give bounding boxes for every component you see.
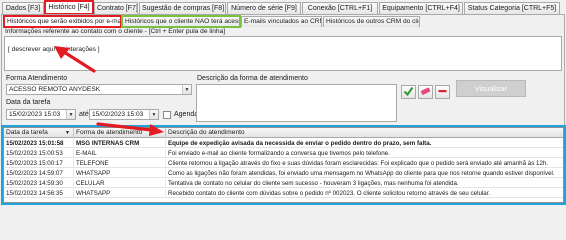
table-row[interactable]: 15/02/2023 15:00:17 TELEFONE Cliente retor… — [4, 159, 563, 168]
data-tarefa-label: Data da tarefa — [6, 99, 51, 106]
confirm-button[interactable] — [401, 85, 416, 99]
table-row[interactable]: 15/02/2023 15:00:53 E-MAIL Foi enviado e-m… — [4, 149, 563, 158]
sort-desc-icon: ▼ — [65, 130, 70, 136]
tab-equipamento[interactable]: Equipamento [CTRL+F4] — [379, 2, 463, 14]
table-row[interactable]: 15/02/2023 14:59:30 CELULAR Tentativa de c… — [4, 179, 563, 188]
descricao-forma-label: Descrição da forma de atendimento — [197, 75, 308, 82]
descricao-forma-textarea[interactable] — [196, 84, 397, 122]
table-cell-descricao: Recebido contato do cliente com dúvidas … — [168, 190, 491, 197]
table-cell-descricao: Equipe de expedição avisada da necessida… — [168, 140, 432, 147]
table-cell-descricao: Cliente retornou a ligação através do fi… — [168, 160, 549, 167]
table-cell-descricao: Como as ligações não foram atendidas, fo… — [168, 170, 555, 177]
table-row[interactable]: 15/02/2023 14:56:35 WHATSAPP Recebido cont… — [4, 189, 563, 198]
forma-atendimento-select[interactable]: ACESSO REMOTO ANYDESK ▼ — [6, 84, 192, 95]
tab-contrato[interactable]: Contrato [F7] — [94, 2, 138, 14]
clear-button[interactable] — [418, 85, 433, 99]
column-header-data[interactable]: Data da tarefa ▼ — [4, 128, 74, 138]
table-cell-date: 15/02/2023 14:56:35 — [4, 189, 74, 198]
tab-status-categoria[interactable]: Status Categoria [CTRL+F5] — [464, 2, 560, 14]
minus-icon — [438, 90, 447, 93]
table-cell-forma: TELEFONE — [74, 159, 166, 168]
eraser-icon — [420, 87, 431, 95]
table-cell-descricao: Tentativa de contato no celular do clien… — [168, 180, 459, 187]
history-grid[interactable]: Data da tarefa ▼ Forma de atendimento De… — [3, 127, 564, 203]
subtab-emails-vinculados[interactable]: E-mails vinculados ao CRM — [241, 16, 322, 27]
forma-atendimento-value: ACESSO REMOTO ANYDESK — [9, 86, 101, 93]
date-from-picker[interactable]: 15/02/2023 15:03 ▼ — [6, 109, 76, 120]
subtab-historicos-outros-crm[interactable]: Históricos de outros CRM do cliente — [323, 16, 420, 27]
visualizar-button[interactable]: Visualizar — [456, 80, 526, 97]
date-to-picker[interactable]: 15/02/2023 15:03 ▼ — [89, 109, 159, 120]
tab-historico[interactable]: Histórico [F4] — [44, 0, 94, 15]
table-cell-forma: E-MAIL — [74, 149, 166, 158]
table-cell-forma: MSG INTERNAS CRM — [74, 139, 166, 148]
table-cell-date: 15/02/2023 15:00:17 — [4, 159, 74, 168]
calendar-dropdown-icon[interactable]: ▼ — [66, 110, 75, 119]
annotation-arrow-grid-icon — [96, 122, 164, 136]
subtab-historicos-sem-acesso[interactable]: Históricos que o cliente NAO terá acesso — [121, 15, 241, 28]
calendar-dropdown-icon[interactable]: ▼ — [149, 110, 158, 119]
table-row[interactable]: 15/02/2023 14:59:07 WHATSAPP Como as ligaç… — [4, 169, 563, 178]
interactions-section-label: Informações referente ao contato com o c… — [5, 28, 226, 35]
tab-numero-serie[interactable]: Número de série [F9] — [227, 2, 301, 14]
tab-dados[interactable]: Dados [F3] — [2, 2, 44, 14]
forma-atendimento-label: Forma Atendimento — [6, 75, 68, 82]
tab-conexao[interactable]: Conexão [CTRL+F1] — [302, 2, 378, 14]
table-cell-descricao: Foi enviado e-mail ao cliente formalizan… — [168, 150, 390, 157]
table-cell-date: 15/02/2023 15:00:53 — [4, 149, 74, 158]
grid-header: Data da tarefa ▼ Forma de atendimento De… — [4, 128, 563, 138]
agendar-checkbox[interactable] — [163, 111, 171, 119]
table-cell-date: 15/02/2023 14:59:07 — [4, 169, 74, 178]
column-header-data-label: Data da tarefa — [6, 129, 48, 136]
chevron-down-icon[interactable]: ▼ — [182, 85, 191, 94]
table-cell-forma: CELULAR — [74, 179, 166, 188]
column-header-descricao[interactable]: Descrição do atendimento — [166, 128, 563, 138]
table-cell-forma: WHATSAPP — [74, 189, 166, 198]
subtab-historicos-email[interactable]: Históricos que serão exibidos por e-mail — [3, 15, 122, 28]
table-cell-date: 15/02/2023 14:59:30 — [4, 179, 74, 188]
annotation-arrow-textarea-icon — [54, 46, 96, 73]
table-row[interactable]: 15/02/2023 15:01:58 MSG INTERNAS CRM Equip… — [4, 139, 563, 148]
table-cell-date: 15/02/2023 15:01:58 — [4, 139, 74, 148]
ate-label: até — [79, 111, 89, 118]
checkmark-icon — [403, 86, 414, 97]
delete-button[interactable] — [435, 85, 450, 99]
tab-sugestao-compras[interactable]: Sugestão de compras [F8] — [139, 2, 226, 14]
table-cell-forma: WHATSAPP — [74, 169, 166, 178]
date-to-value: 15/02/2023 15:03 — [92, 111, 144, 118]
date-from-value: 15/02/2023 15:03 — [9, 111, 61, 118]
